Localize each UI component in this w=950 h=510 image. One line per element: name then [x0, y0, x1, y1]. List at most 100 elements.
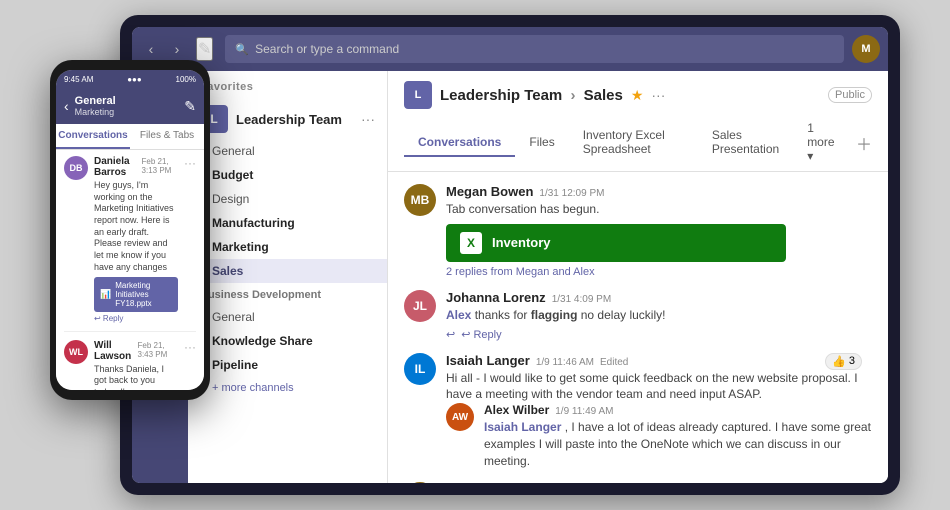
add-channel-button[interactable]: + more channels: [188, 377, 387, 399]
channel-sales-label: Sales: [212, 264, 243, 278]
phone-msg-header-1: Daniela Barros Feb 21, 3:13 PM: [94, 156, 178, 178]
reaction-3[interactable]: 👍 3: [825, 353, 862, 370]
msg-time-1: 1/31 12:09 PM: [539, 188, 604, 199]
phone-channel-name: General: [75, 95, 179, 107]
highlight-flagging: flagging: [531, 308, 578, 322]
channel-pipeline[interactable]: Pipeline: [188, 353, 387, 377]
tab-sales-pres[interactable]: Sales Presentation: [698, 122, 793, 164]
phone-attachment-1[interactable]: 📊 Marketing Initiatives FY18.pptx: [94, 277, 178, 312]
excel-icon: X: [460, 232, 482, 254]
msg-avatar-2: JL: [404, 290, 436, 322]
chat-panel: L Leadership Team › Sales ★ ··· Public: [388, 71, 888, 483]
phone-more-1[interactable]: ···: [184, 156, 196, 323]
chevron-down-icon: ▾: [807, 149, 813, 163]
replies-text[interactable]: 2 replies from Megan and Alex: [446, 266, 872, 278]
quoted-header: Alex Wilber 1/9 11:49 AM: [484, 403, 872, 417]
phone-msg-text-1: Hey guys, I'm working on the Marketing I…: [94, 180, 178, 274]
channel-general[interactable]: General: [188, 139, 387, 163]
phone-status-bar: 9:45 AM ●●● 100%: [56, 70, 204, 88]
forward-button[interactable]: ›: [166, 38, 188, 60]
phone-msg-author-1: Daniela Barros: [94, 156, 138, 178]
phone: 9:45 AM ●●● 100% ‹ General Marketing ✎ C…: [50, 60, 210, 400]
quoted-content: Alex Wilber 1/9 11:49 AM Isaiah Langer ,…: [484, 403, 872, 469]
phone-back-button[interactable]: ‹: [64, 98, 69, 114]
star-icon[interactable]: ★: [631, 87, 644, 104]
msg-avatar-alex: AW: [446, 403, 474, 431]
msg-header-3: Isaiah Langer 1/9 11:46 AM Edited: [446, 353, 872, 368]
tab-files[interactable]: Files: [515, 129, 568, 157]
channel-marketing[interactable]: Marketing: [188, 235, 387, 259]
phone-msg-content-2: Will Lawson Feb 21, 3:43 PM Thanks Danie…: [94, 340, 178, 391]
reaction-count: 3: [849, 355, 855, 367]
main-content: Activity Chat 1 Teams: [132, 71, 888, 483]
team-item-leadership[interactable]: L Leadership Team ···: [188, 99, 387, 139]
phone-tabs: Conversations Files & Tabs: [56, 124, 204, 150]
chat-header: L Leadership Team › Sales ★ ··· Public: [388, 71, 888, 172]
quoted-author: Alex Wilber: [484, 403, 549, 417]
channel-list: Favorites L Leadership Team ··· General …: [188, 71, 388, 483]
channel-sales[interactable]: Sales: [188, 259, 387, 283]
phone-more-2[interactable]: ···: [184, 340, 196, 391]
phone-msg-header-2: Will Lawson Feb 21, 3:43 PM: [94, 340, 178, 362]
channel-budget-label: Budget: [212, 168, 253, 182]
message-group-1: MB Megan Bowen 1/31 12:09 PM Tab convers…: [404, 184, 872, 278]
phone-channel-info: General Marketing: [75, 95, 179, 117]
phone-tab-conversations[interactable]: Conversations: [56, 124, 130, 149]
phone-message-2: WL Will Lawson Feb 21, 3:43 PM Thanks Da…: [64, 340, 196, 391]
msg-time-3: 1/9 11:46 AM: [536, 357, 594, 368]
team-more-button[interactable]: ···: [361, 111, 375, 127]
phone-signal: ●●●: [127, 75, 142, 84]
message-group-2: JL Johanna Lorenz 1/31 4:09 PM Alex than…: [404, 290, 872, 341]
msg-header-2: Johanna Lorenz 1/31 4:09 PM: [446, 290, 872, 305]
quoted-group: AW Alex Wilber 1/9 11:49 AM Isaiah Lange…: [446, 403, 872, 469]
phone-compose-button[interactable]: ✎: [184, 98, 196, 115]
team-name: Leadership Team: [236, 112, 353, 127]
msg-avatar-4: MB: [404, 482, 436, 483]
user-avatar-top[interactable]: M: [852, 35, 880, 63]
quoted-text: Isaiah Langer , I have a lot of ideas al…: [484, 419, 872, 469]
inventory-card[interactable]: X Inventory: [446, 224, 786, 262]
channel-pipeline-label: Pipeline: [212, 358, 258, 372]
tab-conversations[interactable]: Conversations: [404, 129, 515, 157]
channel-knowledge[interactable]: Knowledge Share: [188, 329, 387, 353]
phone-msg-time-2: Feb 21, 3:43 PM: [138, 341, 179, 359]
msg-header-1: Megan Bowen 1/31 12:09 PM: [446, 184, 872, 199]
channel-more-options[interactable]: ···: [651, 87, 665, 103]
reply-link-2[interactable]: ↩ ↩ Reply: [446, 328, 872, 341]
quoted-time: 1/9 11:49 AM: [555, 406, 613, 417]
channel-marketing-label: Marketing: [212, 240, 269, 254]
msg-content-2: Johanna Lorenz 1/31 4:09 PM Alex thanks …: [446, 290, 872, 341]
phone-time: 9:45 AM: [64, 75, 93, 84]
tab-inventory[interactable]: Inventory Excel Spreadsheet: [569, 122, 698, 164]
phone-header: ‹ General Marketing ✎: [56, 88, 204, 124]
channel-design[interactable]: Design: [188, 187, 387, 211]
channel-budget[interactable]: Budget: [188, 163, 387, 187]
add-tab-button[interactable]: ＋: [856, 131, 872, 155]
reaction-emoji: 👍: [832, 355, 846, 368]
scene: ‹ › ✎ 🔍 Search or type a command M: [0, 0, 950, 510]
breadcrumb-channel: Sales: [584, 87, 623, 104]
search-bar[interactable]: 🔍 Search or type a command: [225, 35, 844, 63]
message-divider: [64, 331, 196, 332]
nav-arrows: ‹ ›: [140, 38, 188, 60]
phone-attachment-label-1: Marketing Initiatives FY18.pptx: [115, 281, 172, 308]
channel-general-label: General: [212, 144, 255, 158]
phone-tab-files[interactable]: Files & Tabs: [130, 124, 204, 149]
tab-more[interactable]: 1 more ▾: [793, 115, 852, 171]
tablet: ‹ › ✎ 🔍 Search or type a command M: [120, 15, 900, 495]
msg-author-1: Megan Bowen: [446, 184, 533, 199]
phone-reply-1[interactable]: ↩ Reply: [94, 314, 178, 323]
chat-title-row: L Leadership Team › Sales ★ ··· Public: [404, 81, 872, 109]
channel-manufacturing[interactable]: Manufacturing: [188, 211, 387, 235]
pptx-icon: 📊: [100, 289, 111, 300]
favorites-header: Favorites: [188, 71, 387, 99]
breadcrumb: Leadership Team › Sales: [440, 87, 623, 104]
message-group-3: IL Isaiah Langer 1/9 11:46 AM Edited Hi …: [404, 353, 872, 404]
compose-button[interactable]: ✎: [196, 37, 213, 61]
back-button[interactable]: ‹: [140, 38, 162, 60]
breadcrumb-separator: ›: [570, 87, 579, 104]
phone-avatar-1: DB: [64, 156, 88, 180]
mention-isaiah: Isaiah Langer: [484, 420, 561, 434]
channel-general2[interactable]: General: [188, 305, 387, 329]
phone-team-name: Marketing: [75, 107, 179, 117]
